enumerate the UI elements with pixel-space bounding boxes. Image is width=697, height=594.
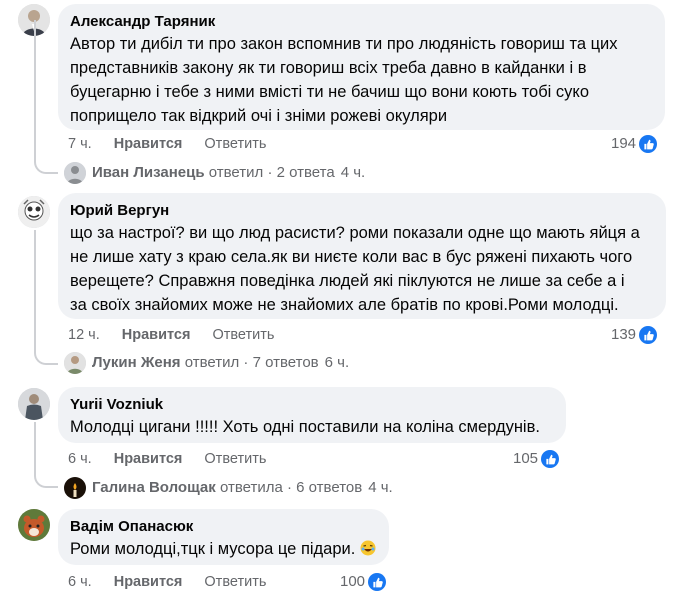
comment-time[interactable]: 12 ч. — [68, 327, 100, 343]
comment-bubble: Yurii Vozniuk Молодці цигани !!!!! Хоть … — [58, 387, 566, 443]
comment-bubble: Вадім Опанасюк Роми молодці,тцк і мусора… — [58, 509, 389, 565]
like-icon — [368, 573, 387, 591]
reply-avatar — [64, 162, 86, 184]
reply-button[interactable]: Ответить — [204, 136, 266, 152]
reply-time: 6 ч. — [324, 354, 350, 371]
reaction-number: 139 — [611, 326, 637, 343]
like-button[interactable]: Нравится — [114, 574, 183, 590]
comment-text-line: представників закону як ти говориш всіх … — [70, 59, 587, 77]
comment-time[interactable]: 6 ч. — [68, 451, 92, 467]
comment-text-line: Молодці цигани !!!!! Хоть одні поставили… — [70, 418, 540, 436]
avatar[interactable] — [18, 196, 50, 228]
replies-summary[interactable]: Иван Лизанець ответил · 2 ответа 4 ч. — [64, 162, 365, 184]
comment-time[interactable]: 7 ч. — [68, 136, 92, 152]
comment-author[interactable]: Юрий Вергун — [70, 201, 654, 221]
comment-text: Роми молодці,тцк і мусора це підари. — [70, 537, 377, 561]
reply-time: 4 ч. — [340, 164, 366, 181]
reaction-number: 194 — [611, 135, 637, 152]
thread-connector — [34, 230, 58, 365]
reaction-count[interactable]: 100 — [340, 573, 387, 591]
reaction-count[interactable]: 194 — [611, 135, 658, 153]
reaction-number: 105 — [513, 450, 539, 467]
like-button[interactable]: Нравится — [114, 136, 183, 152]
comment-bubble: Юрий Вергун що за настрої? ви що люд рас… — [58, 193, 666, 319]
like-button[interactable]: Нравится — [114, 451, 183, 467]
reply-count: ответил · 7 ответов — [184, 354, 319, 371]
comment-text-line: поприщело так відкрий очі і зніми рожеві… — [70, 107, 448, 125]
thread-connector — [34, 20, 58, 174]
like-icon — [639, 326, 658, 344]
comment-time[interactable]: 6 ч. — [68, 574, 92, 590]
reply-author[interactable]: Галина Волощак — [92, 478, 216, 498]
comment-meta: 6 ч. Нравится Ответить — [68, 450, 284, 468]
reply-count: ответил · 2 ответа — [208, 164, 335, 181]
comment-text-line: не лише хату з краю села.як ви ниєте кол… — [70, 248, 633, 266]
comment-text: Автор ти дибіл ти про закон вспомнив ти … — [70, 32, 653, 128]
comment-text-line: що за настрої? ви що люд расисти? роми п… — [70, 224, 640, 242]
comment-text-line: буцегарню і тебе з ними вмісті ти не бач… — [70, 83, 590, 101]
comment-meta: 12 ч. Нравится Ответить — [68, 326, 292, 344]
reaction-number: 100 — [340, 573, 366, 590]
comment-text: Молодці цигани !!!!! Хоть одні поставили… — [70, 415, 554, 439]
like-icon — [541, 450, 560, 468]
comment-bubble: Александр Таряник Автор ти дибіл ти про … — [58, 4, 665, 130]
reply-author[interactable]: Лукин Женя — [92, 353, 181, 373]
reply-button[interactable]: Ответить — [204, 574, 266, 590]
reaction-count[interactable]: 139 — [611, 326, 658, 344]
comment-author[interactable]: Вадім Опанасюк — [70, 517, 377, 537]
comment-text-line: Автор ти дибіл ти про закон вспомнив ти … — [70, 35, 618, 53]
comment-author[interactable]: Александр Таряник — [70, 12, 653, 32]
comment-meta: 7 ч. Нравится Ответить — [68, 135, 284, 153]
comment-meta: 6 ч. Нравится Ответить — [68, 573, 284, 591]
comment-text-line: за своїх знайомих може не знайомих але б… — [70, 296, 619, 314]
avatar[interactable] — [18, 509, 50, 541]
replies-summary[interactable]: Галина Волощак ответила · 6 ответов 4 ч. — [64, 477, 393, 499]
reply-button[interactable]: Ответить — [204, 451, 266, 467]
comment-text: що за настрої? ви що люд расисти? роми п… — [70, 221, 654, 317]
reply-count: ответила · 6 ответов — [219, 479, 363, 496]
reply-avatar — [64, 352, 86, 374]
replies-summary[interactable]: Лукин Женя ответил · 7 ответов 6 ч. — [64, 352, 349, 374]
reply-time: 4 ч. — [368, 479, 393, 496]
like-button[interactable]: Нравится — [122, 327, 191, 343]
comment-author[interactable]: Yurii Vozniuk — [70, 395, 554, 415]
laughing-emoji-icon — [360, 539, 376, 556]
reply-avatar — [64, 477, 86, 499]
like-icon — [639, 135, 658, 153]
thread-connector — [34, 422, 58, 488]
avatar[interactable] — [18, 388, 50, 420]
reply-button[interactable]: Ответить — [212, 327, 274, 343]
reaction-count[interactable]: 105 — [513, 450, 560, 468]
reply-author[interactable]: Иван Лизанець — [92, 163, 205, 183]
comment-text-line: Роми молодці,тцк і мусора це підари. — [70, 540, 356, 558]
comment-text-line: верещете? Справжня поведінка людей які п… — [70, 272, 625, 290]
